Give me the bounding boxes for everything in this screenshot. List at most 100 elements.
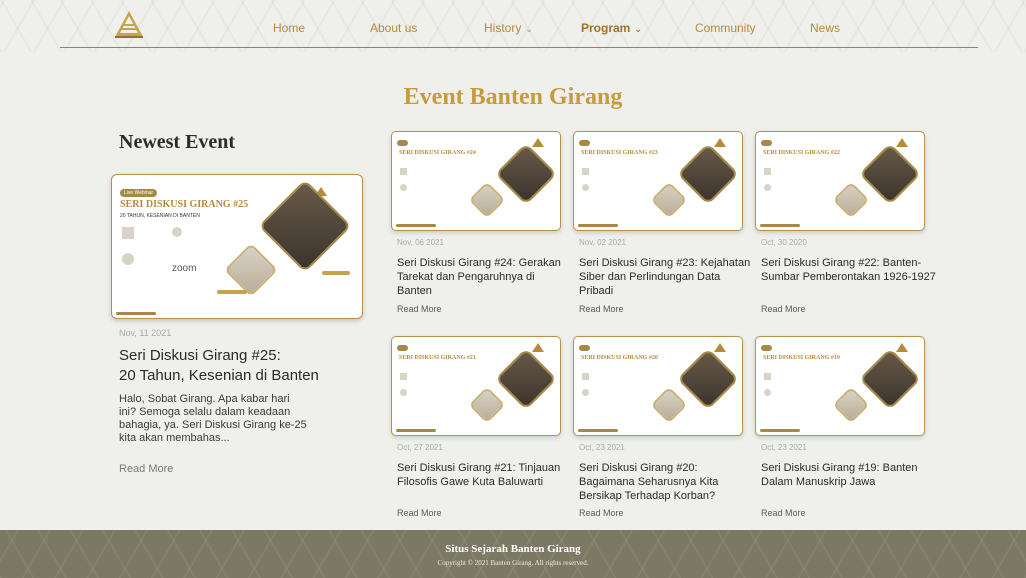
nav-news[interactable]: News bbox=[810, 21, 840, 35]
nav-community[interactable]: Community bbox=[695, 21, 756, 35]
poster-footer-bar bbox=[578, 429, 618, 432]
featured-event-description: Halo, Sobat Girang. Apa kabar hari ini? … bbox=[119, 393, 307, 444]
calendar-icon bbox=[582, 373, 589, 380]
poster-title: SERI DISKUSI GIRANG #20 bbox=[581, 355, 658, 361]
video-icon bbox=[122, 253, 134, 265]
poster-title: SERI DISKUSI GIRANG #21 bbox=[399, 355, 476, 361]
read-more-link[interactable]: Read More bbox=[761, 304, 806, 314]
poster-footer-bar bbox=[116, 312, 156, 315]
poster-logo-icon bbox=[714, 343, 726, 352]
speaker-photo bbox=[494, 142, 558, 206]
moderator-photo bbox=[468, 181, 506, 219]
read-more-link[interactable]: Read More bbox=[397, 508, 442, 518]
moderator-photo bbox=[832, 386, 870, 424]
poster-title: SERI DISKUSI GIRANG #25 bbox=[120, 199, 249, 210]
read-more-link[interactable]: Read More bbox=[397, 304, 442, 314]
event-poster-19[interactable]: SERI DISKUSI GIRANG #19 bbox=[755, 336, 925, 436]
nav-home[interactable]: Home bbox=[273, 21, 305, 35]
video-icon bbox=[764, 184, 771, 191]
moderator-photo bbox=[468, 386, 506, 424]
speaker-photo bbox=[676, 142, 740, 206]
event-title[interactable]: Seri Diskusi Girang #23: Kejahatan Siber… bbox=[579, 256, 754, 298]
featured-event-poster[interactable]: Live Webinar SERI DISKUSI GIRANG #25 20 … bbox=[111, 174, 363, 319]
poster-footer-bar bbox=[396, 429, 436, 432]
read-more-link[interactable]: Read More bbox=[579, 508, 624, 518]
video-icon bbox=[400, 184, 407, 191]
poster-title: SERI DISKUSI GIRANG #24 bbox=[399, 150, 476, 156]
featured-title-line-1: Seri Diskusi Girang #25: bbox=[119, 347, 281, 364]
poster-zoom-label: zoom bbox=[172, 263, 197, 274]
video-icon bbox=[764, 389, 771, 396]
poster-tag bbox=[579, 345, 591, 351]
page-title: Event Banten Girang bbox=[403, 84, 623, 110]
event-poster-22[interactable]: SERI DISKUSI GIRANG #22 bbox=[755, 131, 925, 231]
poster-footer-bar bbox=[578, 224, 618, 227]
nav-program-label: Program bbox=[581, 21, 631, 35]
nav-about-us[interactable]: About us bbox=[370, 21, 417, 35]
poster-tag bbox=[397, 140, 409, 146]
poster-logo-icon bbox=[714, 138, 726, 147]
event-date: Oct, 23 2021 bbox=[579, 443, 625, 452]
newest-event-heading: Newest Event bbox=[119, 131, 236, 153]
read-more-link[interactable]: Read More bbox=[579, 304, 624, 314]
video-icon bbox=[400, 389, 407, 396]
featured-read-more-link[interactable]: Read More bbox=[119, 463, 173, 475]
video-icon bbox=[582, 184, 589, 191]
event-date: Oct, 23 2021 bbox=[761, 443, 807, 452]
poster-logo-icon bbox=[532, 138, 544, 147]
read-more-link[interactable]: Read More bbox=[761, 508, 806, 518]
poster-logo-icon bbox=[896, 138, 908, 147]
calendar-icon bbox=[400, 373, 407, 380]
event-poster-21[interactable]: SERI DISKUSI GIRANG #21 bbox=[391, 336, 561, 436]
calendar-icon bbox=[400, 168, 407, 175]
calendar-icon bbox=[582, 168, 589, 175]
event-title[interactable]: Seri Diskusi Girang #20: Bagaimana Sehar… bbox=[579, 461, 754, 503]
featured-title-line-2: 20 Tahun, Kesenian di Banten bbox=[119, 367, 319, 384]
event-date: Oct, 30 2020 bbox=[761, 238, 807, 247]
calendar-icon bbox=[764, 373, 771, 380]
speaker-photo bbox=[494, 347, 558, 411]
poster-subtitle: 20 TAHUN, KESENIAN DI BANTEN bbox=[120, 213, 200, 219]
poster-footer-bar bbox=[760, 429, 800, 432]
event-date: Oct, 27 2021 bbox=[397, 443, 443, 452]
poster-tag bbox=[761, 140, 773, 146]
chevron-down-icon: ⌄ bbox=[525, 24, 533, 34]
poster-tag: Live Webinar bbox=[120, 189, 158, 197]
moderator-photo bbox=[224, 243, 278, 297]
moderator-photo bbox=[832, 181, 870, 219]
event-title[interactable]: Seri Diskusi Girang #19: Banten Dalam Ma… bbox=[761, 461, 936, 489]
event-title[interactable]: Seri Diskusi Girang #21: Tinjauan Filoso… bbox=[397, 461, 572, 489]
poster-tag bbox=[761, 345, 773, 351]
footer-copyright: Copyright © 2021 Banten Girang. All righ… bbox=[437, 559, 589, 567]
speaker-photo bbox=[858, 347, 922, 411]
event-date: Nov, 02 2021 bbox=[579, 238, 626, 247]
event-poster-20[interactable]: SERI DISKUSI GIRANG #20 bbox=[573, 336, 743, 436]
nav-program[interactable]: Program ⌄ bbox=[581, 21, 642, 35]
speaker-label-bar bbox=[322, 271, 350, 275]
featured-event-title[interactable]: Seri Diskusi Girang #25: 20 Tahun, Kesen… bbox=[119, 346, 369, 386]
nav-divider bbox=[60, 47, 978, 48]
poster-title: SERI DISKUSI GIRANG #23 bbox=[581, 150, 658, 156]
poster-title: SERI DISKUSI GIRANG #19 bbox=[763, 355, 840, 361]
event-title[interactable]: Seri Diskusi Girang #24: Gerakan Tarekat… bbox=[397, 256, 572, 298]
nav-history[interactable]: History ⌄ bbox=[484, 21, 533, 35]
poster-logo-icon bbox=[532, 343, 544, 352]
calendar-icon bbox=[122, 227, 134, 239]
speaker-photo bbox=[258, 179, 352, 273]
event-poster-23[interactable]: SERI DISKUSI GIRANG #23 bbox=[573, 131, 743, 231]
speaker-photo bbox=[676, 347, 740, 411]
chevron-down-icon: ⌄ bbox=[634, 24, 642, 34]
footer-title: Situs Sejarah Banten Girang bbox=[445, 543, 581, 555]
poster-footer-bar bbox=[760, 224, 800, 227]
poster-title: SERI DISKUSI GIRANG #22 bbox=[763, 150, 840, 156]
banten-girang-logo-icon[interactable] bbox=[113, 10, 145, 40]
featured-event-date: Nov, 11 2021 bbox=[119, 328, 172, 338]
poster-tag bbox=[397, 345, 409, 351]
speaker-photo bbox=[858, 142, 922, 206]
poster-tag bbox=[579, 140, 591, 146]
event-poster-24[interactable]: SERI DISKUSI GIRANG #24 bbox=[391, 131, 561, 231]
clock-icon bbox=[172, 227, 182, 237]
top-navbar: Home About us History ⌄ Program ⌄ Communit… bbox=[0, 0, 1026, 52]
event-title[interactable]: Seri Diskusi Girang #22: Banten-Sumbar P… bbox=[761, 256, 936, 284]
video-icon bbox=[582, 389, 589, 396]
